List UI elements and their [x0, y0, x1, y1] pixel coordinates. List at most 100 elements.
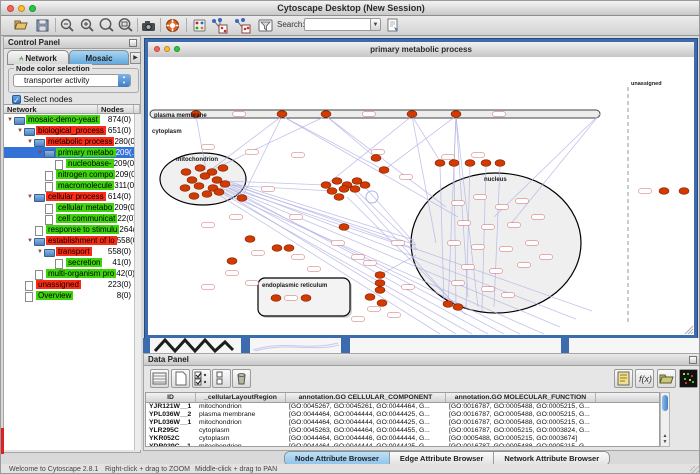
window-resize-grip[interactable] [690, 466, 699, 474]
tree-row[interactable]: cell communicat22(0) [4, 213, 134, 224]
formula-builder-icon[interactable]: f(x) [635, 369, 654, 388]
node-color-dropdown[interactable]: transporter activity ▲▼ [13, 74, 131, 87]
layout-grid-icon[interactable] [191, 17, 208, 34]
network-node[interactable] [435, 160, 445, 167]
network-node[interactable] [481, 160, 491, 167]
tree-item-label[interactable]: cellular process [46, 192, 106, 201]
column-header[interactable]: annotation.GO MOLECULAR_FUNCTION [446, 393, 596, 402]
tree-item-label[interactable]: Overview [36, 291, 73, 300]
network-node[interactable] [360, 182, 370, 189]
table-cell[interactable]: YJR121W__1 [146, 403, 196, 411]
table-cell[interactable]: [GO:0016787, GO:0005488, GO:0005215, G..… [446, 443, 596, 447]
network-node[interactable] [339, 186, 349, 193]
network-node[interactable] [220, 181, 230, 188]
close-button[interactable] [154, 46, 160, 52]
network-node[interactable] [350, 186, 360, 193]
table-cell[interactable]: cytoplasm [196, 435, 286, 443]
table-row[interactable]: YDR039C__1mitochondrion[GO:0044464, GO:0… [146, 443, 659, 447]
disclosure-triangle-icon[interactable]: ▼ [16, 128, 24, 134]
tree-item-label[interactable]: response to stimulu [46, 225, 119, 234]
snapshot-camera-icon[interactable] [140, 17, 157, 34]
network-node[interactable] [375, 272, 385, 279]
select-nodes-checkbox[interactable]: ✓ [12, 95, 21, 104]
table-cell[interactable]: [GO:0044464, GO:0044444, GO:0044425, G..… [286, 419, 446, 427]
network-node[interactable] [365, 294, 375, 301]
table-row[interactable]: YKR052Ccytoplasm[GO:0044464, GO:0044446,… [146, 435, 659, 443]
table-cell[interactable]: [GO:0005488, GO:0005215, GO:0003674] [446, 435, 596, 443]
canvas-resize-grip[interactable] [685, 326, 693, 334]
table-cell[interactable]: [GO:0016787, GO:0005488, GO:0005215, G..… [446, 411, 596, 419]
network-edge[interactable] [380, 255, 416, 275]
import-attributes-icon[interactable] [233, 17, 250, 34]
zoom-selected-region-icon[interactable] [117, 17, 134, 34]
zoom-window-button[interactable] [29, 5, 36, 12]
import-attributes-file-icon[interactable] [657, 369, 676, 388]
network-node[interactable] [214, 189, 224, 196]
help-lifesaver-icon[interactable] [164, 17, 181, 34]
notes-icon[interactable] [614, 369, 633, 388]
tree-item-label[interactable]: nitrogen compo [56, 170, 115, 179]
delete-attribute-icon[interactable] [232, 369, 251, 388]
network-node[interactable] [339, 224, 349, 231]
network-edge[interactable] [282, 116, 458, 217]
table-cell[interactable]: cytoplasm [196, 427, 286, 435]
network-node[interactable] [449, 160, 459, 167]
network-edge[interactable] [208, 116, 282, 172]
attribute-select-icon[interactable] [212, 369, 231, 388]
network-node[interactable] [377, 300, 387, 307]
select-attributes-icon[interactable] [150, 369, 169, 388]
table-cell[interactable]: [GO:0044464, GO:0044444, GO:0044425, G..… [286, 443, 446, 447]
zoom-window-button[interactable] [174, 46, 180, 52]
disclosure-triangle-icon[interactable]: ▼ [36, 150, 44, 156]
tree-item-label[interactable]: mosaic-demo-yeast [26, 115, 100, 124]
disclosure-triangle-icon[interactable]: ▼ [36, 249, 44, 255]
tab-network[interactable]: ⑃Network [7, 50, 69, 65]
create-attribute-icon[interactable] [171, 369, 190, 388]
tab-mosaic[interactable]: Mosaic [69, 50, 129, 65]
network-node[interactable] [327, 188, 337, 195]
tree-row[interactable]: macromolecule311(0) [4, 180, 134, 191]
network-node[interactable] [194, 183, 204, 190]
tree-row[interactable]: ▼establishment of lo558(0) [4, 235, 134, 246]
tree-item-label[interactable]: unassigned [36, 280, 81, 289]
table-cell[interactable]: mitochondrion [196, 419, 286, 427]
network-canvas[interactable]: plasma membrane cytoplasm mitochondrion … [148, 57, 694, 335]
table-row[interactable]: YPL036W__1mitochondrion[GO:0044464, GO:0… [146, 419, 659, 427]
disclosure-triangle-icon[interactable]: ▼ [6, 117, 14, 123]
tree-item-label[interactable]: multi-organism pro [46, 269, 116, 278]
tab-overflow-arrow[interactable]: ▶ [130, 52, 141, 64]
table-cell[interactable]: [GO:0016787, GO:0005215, GO:0003824, G..… [446, 427, 596, 435]
network-node[interactable] [277, 111, 287, 118]
minimize-button[interactable] [164, 46, 170, 52]
network-node[interactable] [371, 155, 381, 162]
network-edge[interactable] [454, 116, 456, 161]
network-node[interactable] [332, 178, 342, 185]
tree-row[interactable]: unassigned223(0) [4, 279, 134, 290]
tree-item-label[interactable]: nucleobase- [66, 159, 114, 168]
network-window-titlebar[interactable]: primary metabolic process [148, 42, 694, 58]
tree-row[interactable]: ▼cellular process614(0) [4, 191, 134, 202]
network-node[interactable] [375, 280, 385, 287]
disclosure-triangle-icon[interactable]: ▼ [26, 238, 34, 244]
tree-row[interactable]: Overview8(0) [4, 290, 134, 301]
table-cell[interactable]: [GO:0045267, GO:0045261, GO:0044464, G..… [286, 403, 446, 411]
table-cell[interactable]: [GO:0044464, GO:0044446, GO:0044444, G..… [286, 435, 446, 443]
float-panel-icon[interactable] [689, 356, 697, 364]
table-scrollbar[interactable]: ▲▼ [660, 392, 670, 447]
tree-row[interactable]: ▼biological_process651(0) [4, 125, 134, 136]
tree-item-label[interactable]: cell communicat [56, 214, 117, 223]
tree-item-label[interactable]: biological_process [36, 126, 106, 135]
open-file-icon[interactable] [13, 17, 30, 34]
tree-row[interactable]: ▼mosaic-demo-yeast874(0) [4, 114, 134, 125]
network-node[interactable] [272, 245, 282, 252]
table-cell[interactable]: [GO:0016787, GO:0005488, GO:0005215, G..… [446, 419, 596, 427]
matrix-view-icon[interactable] [679, 369, 698, 388]
tree-item-label[interactable]: secretion [66, 258, 102, 267]
search-dropdown-arrow[interactable]: ▼ [370, 18, 381, 31]
close-button[interactable] [7, 5, 14, 12]
table-cell[interactable]: YKR052C [146, 435, 196, 443]
filter-icon[interactable] [257, 17, 274, 34]
tree-item-label[interactable]: establishment of lo [46, 236, 117, 245]
network-node[interactable] [321, 111, 331, 118]
network-node[interactable] [334, 194, 344, 201]
